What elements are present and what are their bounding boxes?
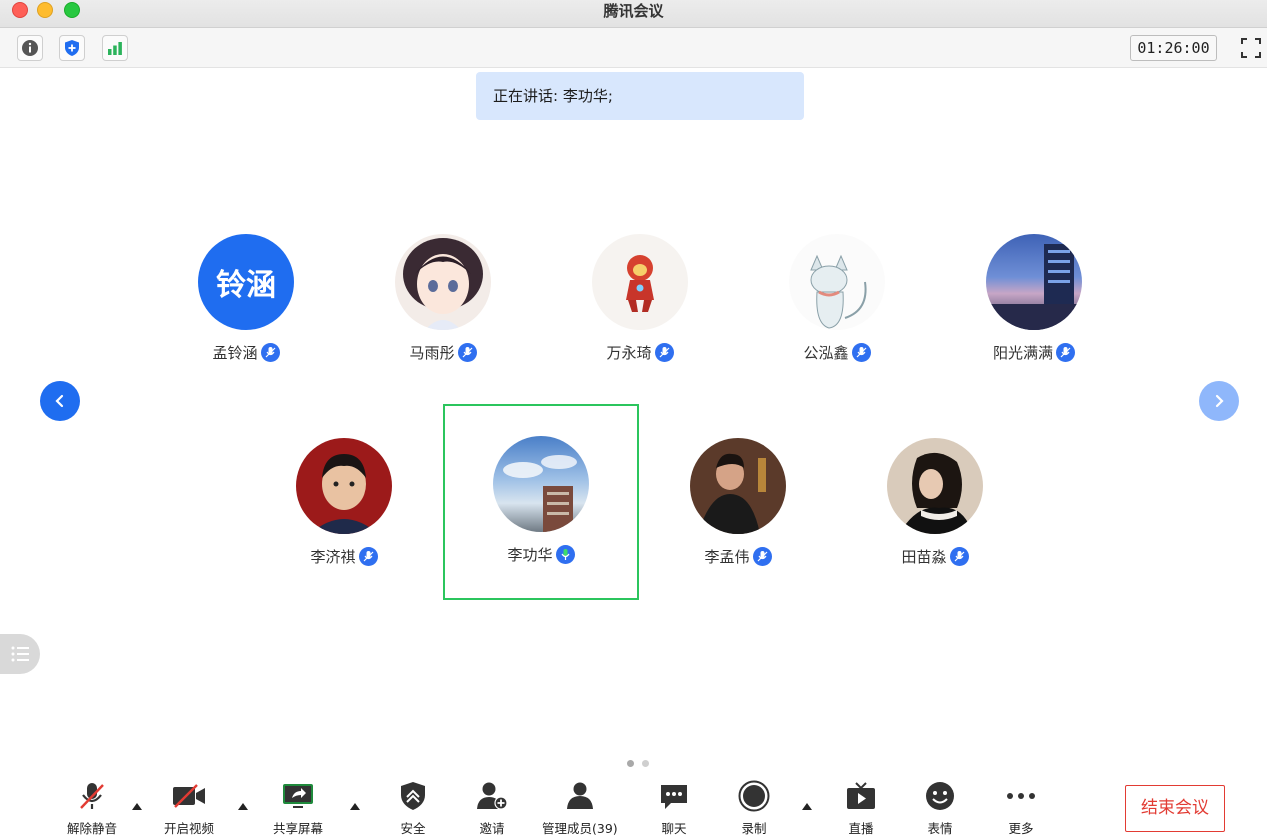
security-label: 安全 — [400, 821, 426, 836]
invite-button[interactable]: 邀请 — [474, 778, 510, 837]
info-button[interactable] — [17, 35, 43, 61]
chat-icon — [661, 785, 687, 809]
end-meeting-button[interactable]: 结束会议 — [1125, 785, 1225, 832]
participant-name: 公泓鑫 — [803, 343, 849, 362]
meeting-timer: 01:26:00 — [1130, 35, 1217, 61]
chat-button[interactable]: 聊天 — [656, 778, 692, 837]
participant-tile[interactable]: 田苗淼 — [837, 406, 1033, 602]
participant-tile[interactable]: 阳光满满 — [936, 202, 1132, 398]
signal-bars-icon — [108, 42, 122, 55]
shield-icon — [65, 40, 79, 56]
participant-name: 万永琦 — [606, 343, 652, 362]
unmute-label: 解除静音 — [67, 821, 118, 836]
camera-off-icon — [173, 784, 205, 808]
mic-muted-icon — [654, 342, 674, 362]
manage-members-label: 管理成员(39) — [542, 821, 618, 836]
participant-tile[interactable]: 铃涵 孟铃涵 — [148, 202, 344, 398]
members-icon — [566, 782, 593, 809]
manage-members-button[interactable]: 管理成员(39) — [542, 778, 618, 837]
invite-icon — [477, 782, 508, 810]
avatar — [296, 438, 392, 534]
mic-muted-icon — [1056, 342, 1075, 362]
avatar — [887, 438, 983, 534]
record-options-caret[interactable] — [802, 803, 812, 810]
window-title: 腾讯会议 — [603, 2, 664, 20]
participant-name: 孟铃涵 — [212, 343, 258, 362]
mic-muted-icon — [752, 546, 772, 566]
participant-name: 李功华 — [507, 545, 553, 564]
mic-muted-icon — [851, 342, 871, 362]
participant-name: 马雨彤 — [409, 343, 455, 362]
avatar-initials: 铃涵 — [216, 268, 276, 303]
chevron-right-icon — [1215, 394, 1224, 408]
page-indicator — [627, 760, 649, 767]
audio-options-caret[interactable] — [132, 803, 142, 810]
start-video-button[interactable]: 开启视频 — [164, 778, 214, 837]
participant-name: 李济祺 — [310, 547, 356, 566]
avatar: 铃涵 — [198, 234, 294, 330]
participant-list-toggle[interactable] — [0, 634, 40, 674]
more-dots-icon — [1007, 793, 1035, 799]
reactions-label: 表情 — [927, 821, 953, 836]
speaking-indicator: 正在讲话: 李功华; — [476, 72, 804, 120]
bottom-toolbar: 解除静音 开启视频 共享屏幕 安全 邀请 管理成员(39) 聊天 录制 直播 表… — [0, 770, 1267, 837]
meeting-window: 腾讯会议 01:26:00 正在讲话: 李功华; 铃涵 孟铃涵 马雨彤 万永琦 … — [0, 0, 1267, 837]
participant-name: 李孟伟 — [704, 547, 750, 566]
live-stream-button[interactable]: 直播 — [843, 778, 879, 837]
more-label: 更多 — [1008, 821, 1034, 836]
mic-muted-icon — [949, 546, 969, 566]
mic-muted-icon — [457, 342, 477, 362]
mic-muted-icon — [358, 546, 378, 566]
network-status-button[interactable] — [102, 35, 128, 61]
participant-tile[interactable]: 李孟伟 — [640, 406, 836, 602]
avatar — [789, 234, 885, 330]
fullscreen-icon — [1241, 38, 1261, 58]
page-dot-active[interactable] — [627, 760, 634, 767]
share-screen-label: 共享屏幕 — [273, 821, 324, 836]
mic-off-icon — [80, 783, 104, 809]
title-bar: 腾讯会议 — [0, 0, 1267, 28]
more-button[interactable]: 更多 — [1003, 778, 1039, 837]
list-icon — [11, 646, 29, 662]
start-video-label: 开启视频 — [164, 821, 215, 836]
participant-tile[interactable]: 公泓鑫 — [739, 202, 935, 398]
fullscreen-button[interactable] — [1240, 37, 1262, 59]
security-button[interactable]: 安全 — [395, 778, 431, 837]
mic-muted-icon — [260, 342, 280, 362]
share-options-caret[interactable] — [350, 803, 360, 810]
participant-tile[interactable]: 李济祺 — [246, 406, 442, 602]
participant-tile[interactable]: 万永琦 — [542, 202, 738, 398]
security-shield-icon — [401, 782, 425, 810]
security-status-button[interactable] — [59, 35, 85, 61]
participant-name: 田苗淼 — [901, 547, 947, 566]
video-options-caret[interactable] — [238, 803, 248, 810]
avatar — [690, 438, 786, 534]
avatar — [395, 234, 491, 330]
live-tv-icon — [847, 782, 875, 809]
previous-page-button[interactable] — [40, 381, 80, 421]
participant-tile[interactable]: 马雨彤 — [345, 202, 541, 398]
emoji-icon — [926, 782, 954, 810]
next-page-button[interactable] — [1199, 381, 1239, 421]
share-screen-button[interactable]: 共享屏幕 — [273, 778, 323, 837]
reactions-button[interactable]: 表情 — [922, 778, 958, 837]
unmute-button[interactable]: 解除静音 — [67, 778, 117, 837]
invite-label: 邀请 — [479, 821, 505, 836]
info-icon — [22, 40, 38, 56]
mic-speaking-icon — [555, 544, 575, 564]
avatar — [986, 234, 1082, 330]
avatar — [493, 436, 589, 532]
record-icon — [738, 780, 770, 812]
participant-name: 阳光满满 — [992, 343, 1053, 362]
avatar — [592, 234, 688, 330]
active-speaker-tile[interactable]: 李功华 — [443, 404, 639, 600]
chat-label: 聊天 — [661, 821, 687, 836]
record-label: 录制 — [741, 821, 767, 836]
page-dot[interactable] — [642, 760, 649, 767]
chevron-left-icon — [55, 394, 64, 408]
live-stream-label: 直播 — [848, 821, 874, 836]
record-button[interactable]: 录制 — [736, 778, 772, 837]
share-screen-icon — [283, 784, 313, 808]
top-toolbar: 01:26:00 — [0, 28, 1267, 68]
